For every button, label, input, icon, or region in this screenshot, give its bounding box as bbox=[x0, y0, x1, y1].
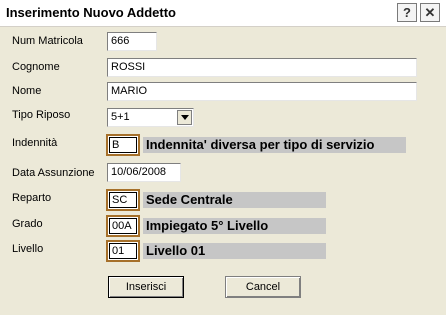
grado-code-value: 00A bbox=[109, 218, 137, 234]
cancel-button[interactable]: Cancel bbox=[225, 276, 301, 298]
reparto-code-value: SC bbox=[109, 192, 137, 208]
help-icon: ? bbox=[403, 5, 411, 20]
tipo-riposo-label: Tipo Riposo bbox=[12, 109, 71, 121]
chevron-down-icon[interactable] bbox=[177, 110, 192, 125]
inserisci-button[interactable]: Inserisci bbox=[108, 276, 184, 298]
indennita-label: Indennità bbox=[12, 137, 58, 149]
reparto-description: Sede Centrale bbox=[143, 192, 326, 208]
nome-field[interactable]: MARIO bbox=[107, 82, 417, 101]
indennita-code-field[interactable]: B bbox=[106, 134, 140, 156]
livello-code-field[interactable]: 01 bbox=[106, 240, 140, 262]
livello-label: Livello bbox=[12, 243, 44, 255]
dialog-window: Inserimento Nuovo Addetto ? ✕ Num Matric… bbox=[0, 0, 446, 315]
grado-description: Impiegato 5° Livello bbox=[143, 218, 326, 234]
nome-label: Nome bbox=[12, 85, 42, 97]
cognome-field[interactable]: ROSSI bbox=[107, 58, 417, 77]
grado-label: Grado bbox=[12, 218, 43, 230]
tipo-riposo-select[interactable]: 5+1 bbox=[107, 108, 194, 127]
title-bar: Inserimento Nuovo Addetto ? ✕ bbox=[0, 0, 446, 27]
data-assunzione-label: Data Assunzione bbox=[12, 167, 95, 179]
close-button[interactable]: ✕ bbox=[420, 3, 440, 22]
data-assunzione-field[interactable]: 10/06/2008 bbox=[107, 163, 181, 182]
reparto-code-field[interactable]: SC bbox=[106, 189, 140, 211]
livello-description: Livello 01 bbox=[143, 243, 326, 259]
help-button[interactable]: ? bbox=[397, 3, 417, 22]
matricola-field[interactable]: 666 bbox=[107, 32, 157, 51]
close-icon: ✕ bbox=[424, 4, 436, 20]
matricola-label: Num Matricola bbox=[12, 35, 83, 47]
reparto-label: Reparto bbox=[12, 192, 52, 204]
cognome-label: Cognome bbox=[12, 61, 60, 73]
grado-code-field[interactable]: 00A bbox=[106, 215, 140, 237]
livello-code-value: 01 bbox=[109, 243, 137, 259]
indennita-description: Indennita' diversa per tipo di servizio bbox=[143, 137, 406, 153]
window-title: Inserimento Nuovo Addetto bbox=[6, 5, 176, 20]
indennita-code-value: B bbox=[109, 137, 137, 153]
tipo-riposo-value: 5+1 bbox=[111, 111, 130, 123]
